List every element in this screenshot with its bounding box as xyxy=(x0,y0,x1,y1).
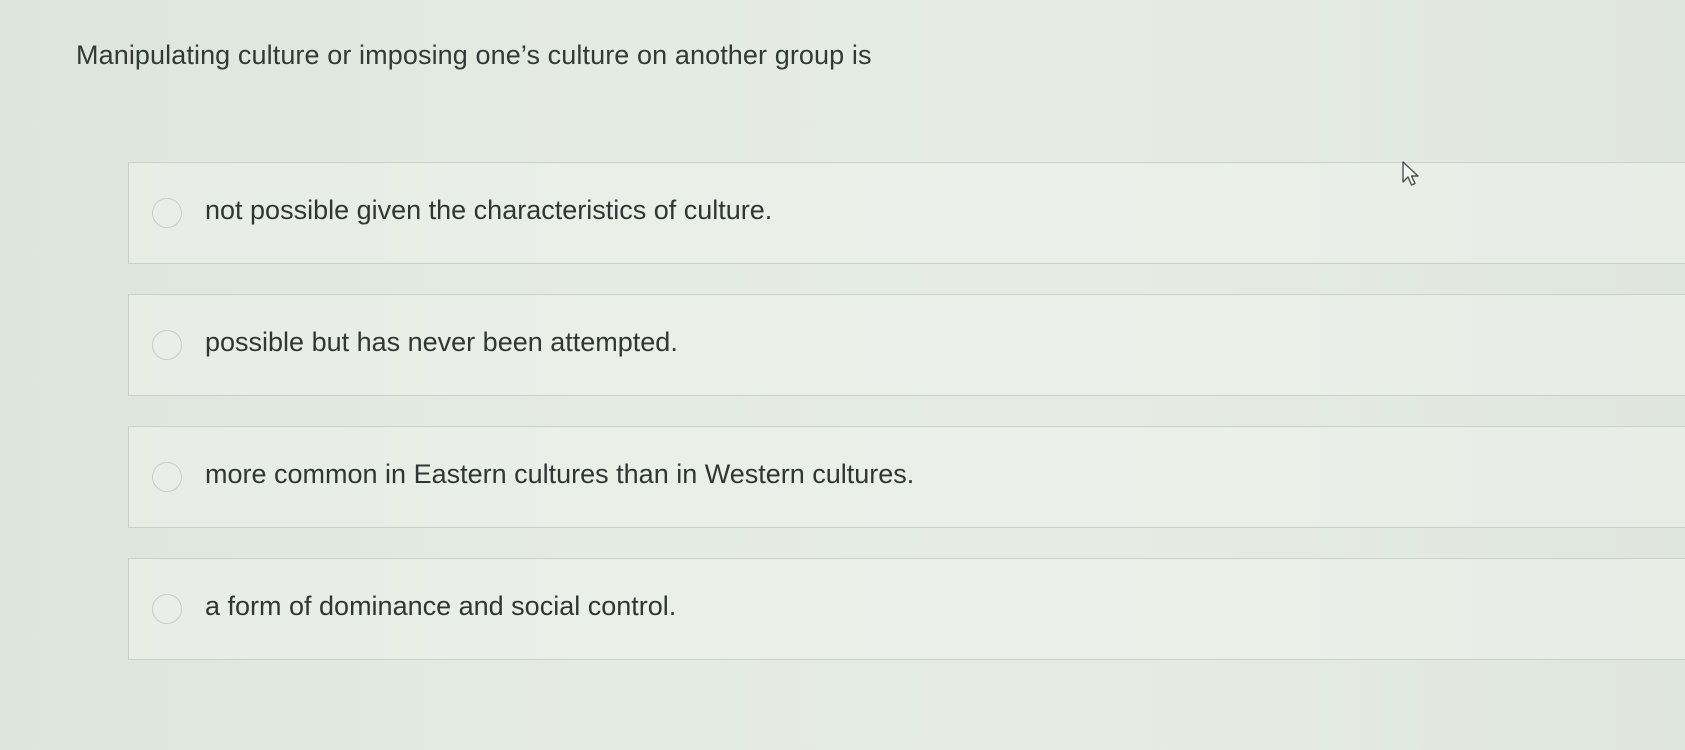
radio-unselected-icon[interactable] xyxy=(152,462,182,492)
radio-unselected-icon[interactable] xyxy=(152,330,182,360)
radio-unselected-icon[interactable] xyxy=(152,594,182,624)
question-prompt: Manipulating culture or imposing one’s c… xyxy=(76,40,872,70)
answer-option-label: a form of dominance and social control. xyxy=(205,591,677,621)
answer-option-3[interactable]: more common in Eastern cultures than in … xyxy=(128,426,1685,528)
radio-unselected-icon[interactable] xyxy=(152,198,182,228)
answer-option-2[interactable]: possible but has never been attempted. xyxy=(128,294,1685,396)
mouse-pointer-icon xyxy=(1402,161,1419,186)
answer-option-1[interactable]: not possible given the characteristics o… xyxy=(128,162,1685,264)
answer-option-label: more common in Eastern cultures than in … xyxy=(205,459,915,489)
answer-options: not possible given the characteristics o… xyxy=(128,162,1685,690)
answer-option-label: possible but has never been attempted. xyxy=(205,327,678,357)
answer-option-4[interactable]: a form of dominance and social control. xyxy=(128,558,1685,660)
answer-option-label: not possible given the characteristics o… xyxy=(205,195,773,225)
